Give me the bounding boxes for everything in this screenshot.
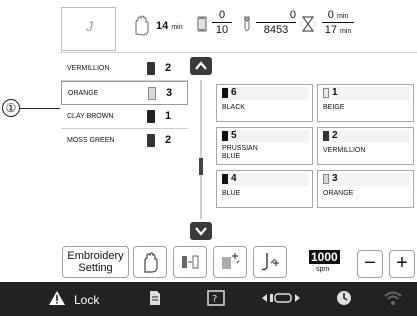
hand-button[interactable]	[133, 246, 167, 278]
color-shuffle-button[interactable]	[213, 246, 247, 278]
thread-count: 2	[165, 134, 172, 146]
thread-sort-button[interactable]	[173, 246, 207, 278]
warning-icon[interactable]	[48, 290, 66, 306]
speed-unit: spm	[316, 266, 330, 273]
thread-name: ORANGE	[68, 90, 99, 97]
remaining-current: 0	[327, 9, 334, 21]
svg-text:?: ?	[212, 294, 217, 305]
preview-glyph: J	[86, 18, 93, 34]
thread-swatch[interactable]: 1 BEIGE	[317, 84, 414, 122]
remaining-total: 17	[324, 24, 337, 36]
remaining-total-unit: min	[340, 28, 352, 35]
lock-label[interactable]: Lock	[74, 293, 99, 307]
scroll-down-button[interactable]	[190, 222, 212, 240]
speed-plus-button[interactable]: +	[389, 250, 415, 278]
scroll-track[interactable]	[200, 80, 202, 219]
stitch-counter: 0 8453	[256, 9, 296, 36]
color-change-counter: 0 10	[212, 9, 232, 36]
scroll-up-button[interactable]	[190, 57, 212, 75]
stitch-preview: J	[61, 7, 116, 51]
thread-row[interactable]: MOSS GREEN 2	[61, 129, 188, 153]
spool-icon	[197, 16, 207, 32]
needle-forward-icon	[261, 253, 279, 271]
color-change-total: 10	[215, 24, 229, 36]
spool-icon	[147, 62, 155, 75]
thread-swatch[interactable]: 2 VERMILLION	[317, 127, 414, 165]
thread-name: CLAY BROWN	[67, 113, 114, 120]
swatch-number: 3	[332, 173, 338, 184]
embroidery-setting-button[interactable]: Embroidery Setting	[62, 246, 129, 278]
stitch-total: 8453	[263, 24, 289, 36]
swatch-name: PRUSSIAN BLUE	[222, 145, 258, 160]
swatch-number: 2	[332, 130, 338, 141]
thread-list: VERMILLION 2 ORANGE 3 CLAY BROWN 1 MOSS …	[61, 57, 188, 153]
frame-move-icon[interactable]	[261, 291, 301, 305]
thread-count: 3	[166, 87, 173, 99]
spool-icon	[147, 110, 155, 123]
thread-row-selected[interactable]: ORANGE 3	[61, 81, 188, 105]
clock-icon[interactable]	[336, 290, 352, 306]
total-time-value: 14	[156, 20, 169, 32]
needle-icon	[243, 14, 251, 34]
top-divider	[60, 52, 417, 53]
total-time-text: 14 min	[156, 20, 183, 32]
thread-count: 1	[165, 110, 172, 122]
swatch-number: 1	[332, 87, 338, 98]
thread-name: MOSS GREEN	[67, 137, 115, 144]
swatch-name: BLUE	[222, 190, 241, 197]
document-icon[interactable]	[149, 290, 161, 306]
color-change-current: 0	[218, 9, 226, 21]
chevron-down-icon	[195, 227, 207, 236]
hourglass-icon	[301, 16, 315, 32]
needle-advance-button[interactable]	[253, 246, 287, 278]
swatch-number: 4	[231, 173, 237, 184]
spool-icon	[148, 87, 156, 100]
swatch-name: ORANGE	[323, 190, 354, 197]
wifi-icon[interactable]	[383, 290, 403, 306]
thread-swatch[interactable]: 4 BLUE	[216, 170, 313, 208]
thread-row[interactable]: CLAY BROWN 1	[61, 105, 188, 129]
help-icon[interactable]: ?	[207, 290, 225, 306]
remaining-time-counter: 0 min 17 min	[322, 9, 354, 36]
sparkle-icon	[222, 253, 240, 269]
remaining-current-unit: min	[336, 13, 349, 20]
thread-row[interactable]: VERMILLION 2	[61, 57, 188, 81]
total-time-unit: min	[171, 24, 183, 31]
status-bar: Lock ?	[0, 282, 417, 316]
swatch-number: 5	[231, 130, 237, 141]
scroll-thumb[interactable]	[199, 158, 203, 175]
thread-swatch[interactable]: 6 BLACK	[216, 84, 313, 122]
speed-minus-button[interactable]: −	[357, 250, 383, 278]
stitch-current: 0	[289, 9, 296, 21]
hand-time-icon	[132, 14, 152, 36]
callout-leader-line	[20, 108, 60, 109]
thread-count: 2	[165, 62, 172, 74]
swatch-number: 6	[231, 87, 237, 98]
color-sort-icon	[182, 255, 199, 269]
swatch-name: BLACK	[222, 104, 245, 111]
thread-swatch[interactable]: 5 PRUSSIAN BLUE	[216, 127, 313, 165]
embroidery-label-line2: Setting	[78, 262, 113, 274]
thread-swatch[interactable]: 3 ORANGE	[317, 170, 414, 208]
callout-marker: ①	[2, 99, 20, 117]
speed-value: 1000	[309, 250, 340, 264]
chevron-up-icon	[195, 61, 207, 70]
hand-icon	[144, 252, 158, 273]
thread-name: VERMILLION	[67, 65, 110, 72]
embroidery-label-line1: Embroidery	[67, 250, 124, 262]
swatch-name: VERMILLION	[323, 147, 366, 154]
swatch-name: BEIGE	[323, 104, 345, 111]
spool-icon	[147, 134, 155, 147]
